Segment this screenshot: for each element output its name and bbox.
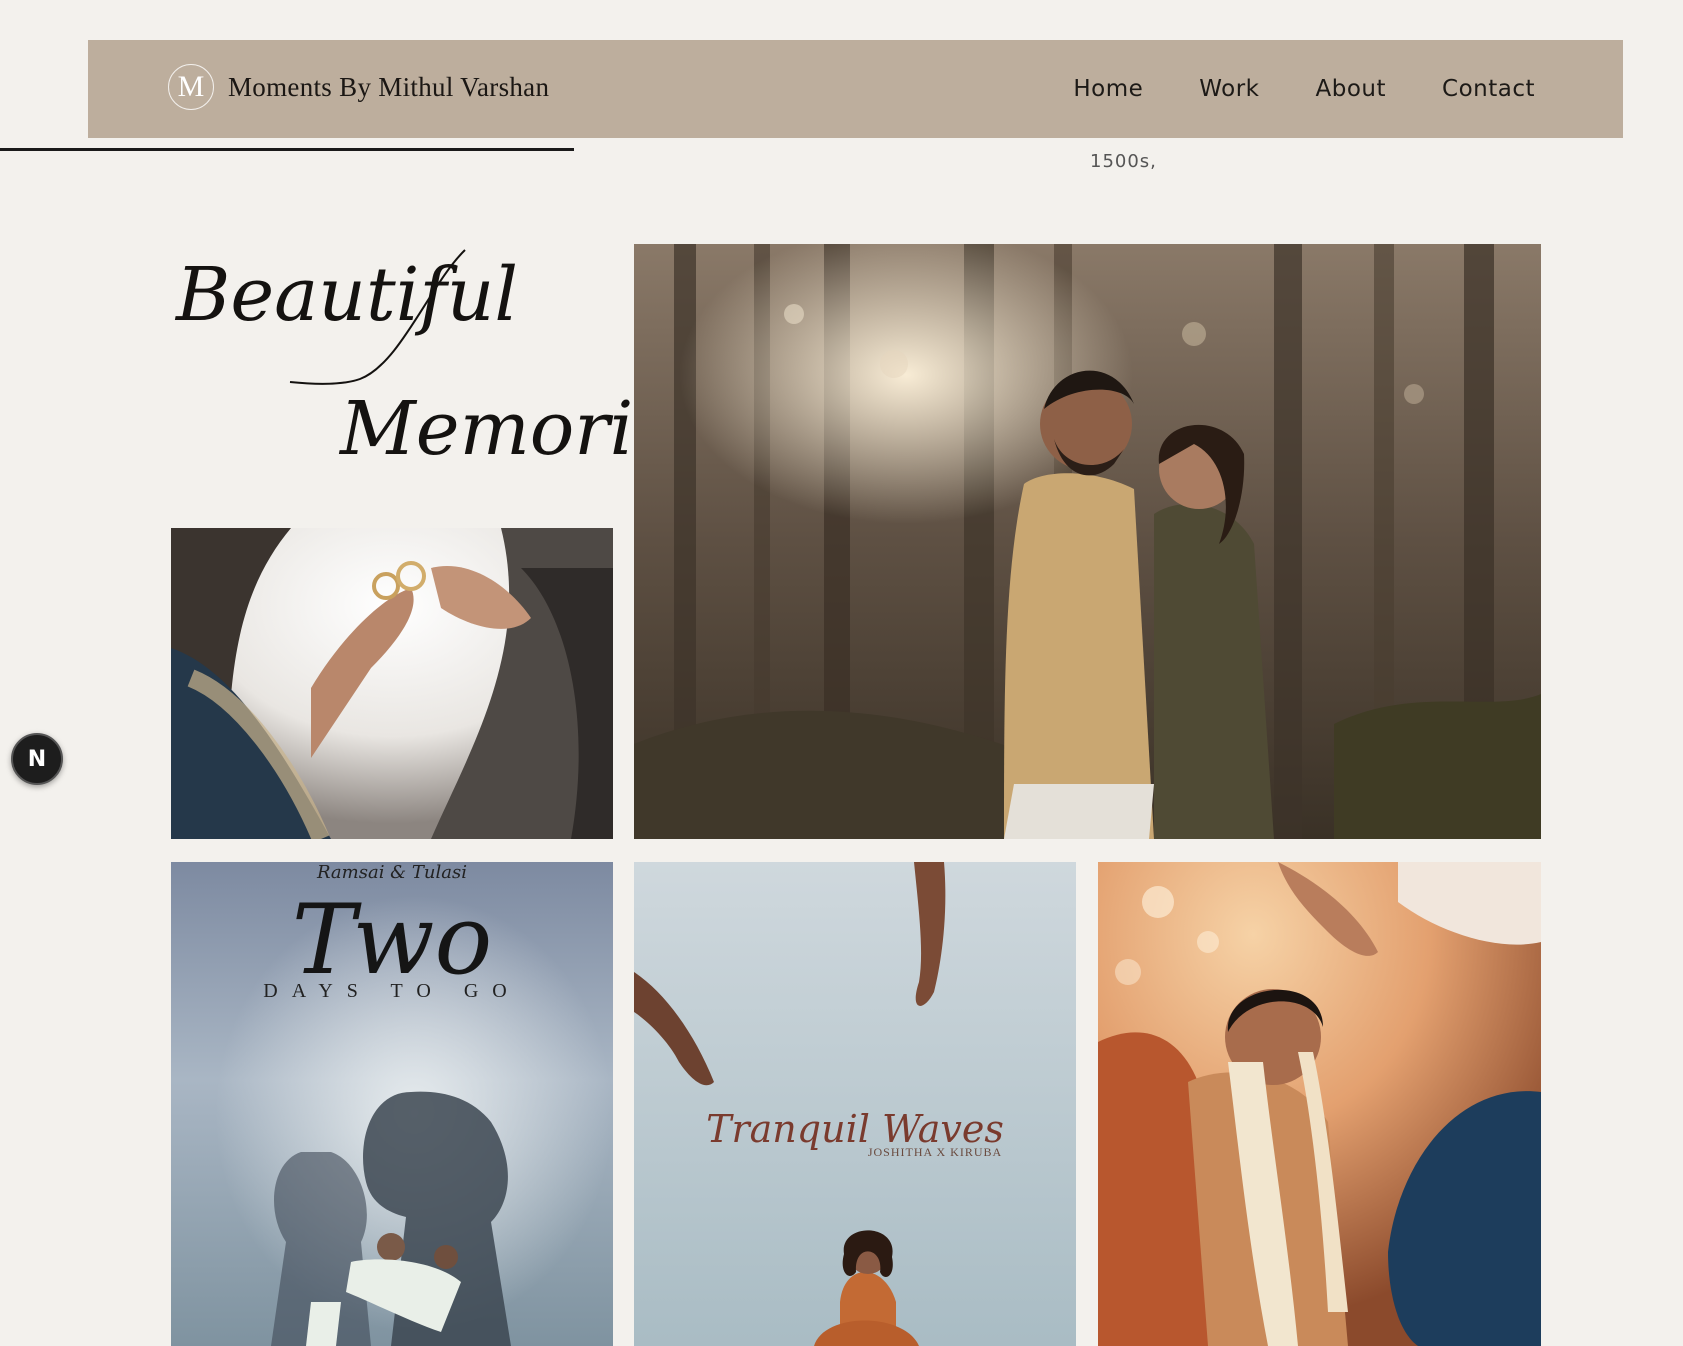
flourish-decoration xyxy=(289,249,466,385)
tranquil-waves-poster[interactable]: Tranquil Waves JOSHITHA X KIRUBA xyxy=(634,862,1076,1346)
couple-forest-photo[interactable] xyxy=(634,244,1541,839)
rings-photo[interactable] xyxy=(171,528,613,839)
poster-days-to-go: DAYS TO GO xyxy=(263,980,521,1002)
n-badge-button[interactable]: N xyxy=(11,733,63,785)
nav-home[interactable]: Home xyxy=(1073,76,1143,102)
two-days-to-go-poster[interactable]: Ramsai & Tulasi Two DAYS TO GO xyxy=(171,862,613,1346)
intro-text-fragment: 1500s, xyxy=(1090,151,1157,172)
poster-couple-names: Ramsai & Tulasi xyxy=(316,862,468,883)
logo-icon: M xyxy=(168,64,214,110)
brand[interactable]: M Moments By Mithul Varshan xyxy=(168,64,549,110)
tranquil-subtitle: JOSHITHA X KIRUBA xyxy=(867,1145,1003,1159)
main-nav: Home Work About Contact xyxy=(1017,40,1535,138)
brand-name: Moments By Mithul Varshan xyxy=(228,71,550,102)
bride-ceremony-photo[interactable] xyxy=(1098,862,1541,1346)
section-divider xyxy=(0,148,574,151)
nav-work[interactable]: Work xyxy=(1199,76,1259,102)
nav-contact[interactable]: Contact xyxy=(1442,76,1535,102)
site-header: M Moments By Mithul Varshan Home Work Ab… xyxy=(88,40,1623,138)
nav-about[interactable]: About xyxy=(1316,76,1387,102)
